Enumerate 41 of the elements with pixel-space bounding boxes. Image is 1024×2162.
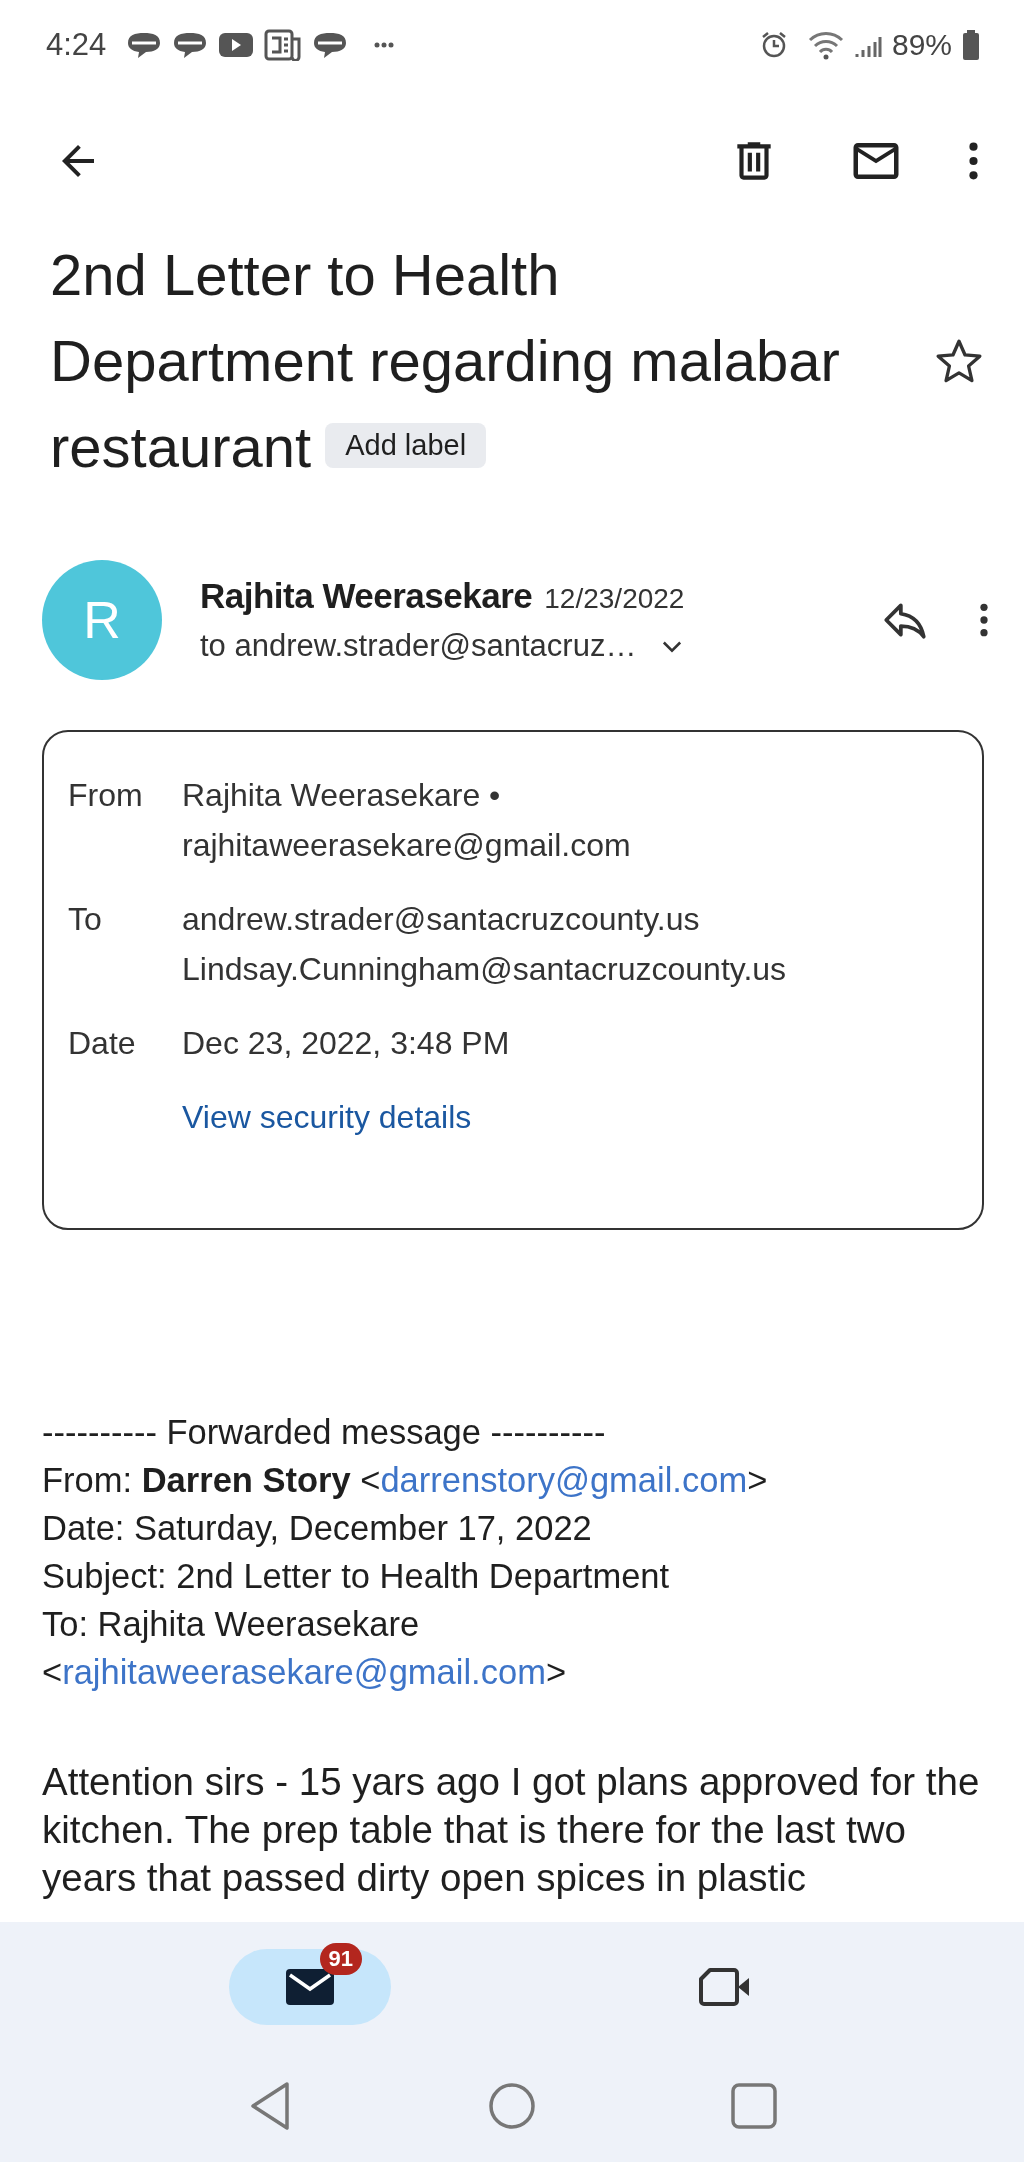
sender-avatar: R (42, 560, 162, 680)
sent-date: 12/23/2022 (544, 583, 685, 615)
detail-label: To (68, 900, 103, 939)
detail-value: Dec 23, 2022, 3:48 PM (182, 1024, 511, 1063)
detail-value: Lindsay.Cunningham@santacruzcounty.us (182, 950, 788, 989)
mail-icon (283, 1967, 336, 2007)
more-dots-icon (374, 41, 395, 49)
forwarded-header-line: To: Rajhita Weerasekare (42, 1604, 421, 1645)
forwarded-header-line: Date: Saturday, December 17, 2022 (42, 1508, 593, 1549)
video-camera-icon (697, 1967, 752, 2007)
forwarded-header-line: Subject: 2nd Letter to Health Department (42, 1556, 671, 1597)
circle-home-icon (488, 2082, 536, 2130)
more-vertical-icon (980, 602, 988, 638)
security-details-link[interactable]: View security details (182, 1092, 472, 1142)
forwarded-header-line: <rajhitaweerasekare@gmail.com> (42, 1652, 568, 1693)
detail-value: andrew.strader@santacruzcounty.us (182, 900, 701, 939)
status-time: 4:24 (46, 27, 107, 63)
video-play-icon (218, 31, 255, 59)
news-icon (264, 29, 303, 61)
forwarded-header-line: From: Darren Story <darrenstory@gmail.com> (42, 1460, 769, 1501)
email-link[interactable]: rajhitaweerasekare@gmail.com (62, 1653, 546, 1691)
battery-percent: 89% (891, 28, 952, 62)
email-link[interactable]: darrenstory@gmail.com (380, 1461, 748, 1499)
detail-label: From (68, 776, 144, 815)
chat-bubble-icon (172, 31, 209, 59)
detail-label: Date (68, 1024, 137, 1063)
unread-count-badge: 91 (319, 1943, 362, 1975)
add-label-button[interactable]: Add label (325, 423, 487, 469)
square-recents-icon (730, 2083, 777, 2129)
chat-bubble-icon (126, 31, 163, 59)
sender-name: Rajhita Weerasekare (200, 576, 533, 616)
message-body: Attention sirs - 15 yars ago I got plans approved for the kitchen. The prep table that is there for the last two years that passed dirty open spices in plastic (42, 1759, 981, 1901)
more-vertical-icon (969, 141, 978, 181)
detail-value: rajhitaweerasekare@gmail.com (182, 826, 632, 865)
detail-value: Rajhita Weerasekare • (182, 776, 502, 815)
email-subject: 2nd Letter to Health Department regarding malabar restaurant Add label (50, 241, 841, 481)
wifi-icon (807, 30, 844, 60)
battery-icon (962, 30, 980, 60)
chat-bubble-icon (312, 31, 349, 59)
recipients-toggle[interactable]: to andrew.strader@santacruz… (200, 628, 870, 664)
forwarded-header-line: ---------- Forwarded message ---------- (42, 1412, 607, 1453)
